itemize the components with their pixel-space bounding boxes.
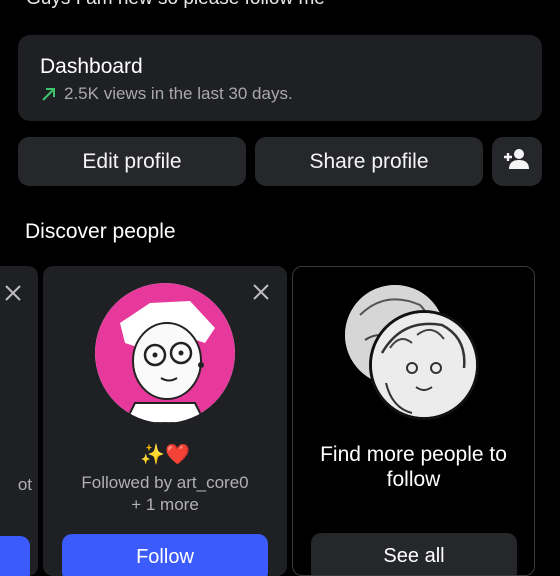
add-person-button[interactable] [492, 137, 542, 186]
share-profile-button[interactable]: Share profile [255, 137, 483, 186]
find-more-card[interactable]: Find more people to follow See all [292, 266, 535, 576]
close-icon[interactable] [250, 281, 272, 303]
dashboard-views-text: 2.5K views in the last 30 days. [64, 84, 293, 103]
followed-by-line: Followed by art_core0 [81, 473, 249, 492]
dashboard-subtitle: 2.5K views in the last 30 days. [40, 84, 293, 104]
profile-bio: Guys I am new so please follow me [26, 0, 325, 10]
find-more-people-text: Find more people to follow [320, 443, 507, 491]
dashboard-card[interactable]: Dashboard 2.5K views in the last 30 days… [18, 35, 542, 121]
suggestion-emoji: ✨❤️ [140, 444, 190, 466]
see-all-button[interactable]: See all [311, 533, 517, 575]
suggestion-card[interactable]: ✨❤️ Followed by art_core0 + 1 more Follo… [43, 266, 287, 576]
followed-by-more: + 1 more [131, 495, 199, 514]
suggested-avatar-front [369, 310, 479, 420]
dashboard-title: Dashboard [40, 55, 143, 78]
follow-button[interactable]: Follow [62, 534, 268, 576]
add-person-icon [503, 148, 531, 176]
edit-profile-button[interactable]: Edit profile [18, 137, 246, 186]
partial-followed-text: ot [17, 475, 32, 494]
close-icon[interactable] [2, 282, 24, 304]
discover-people-title: Discover people [25, 220, 176, 243]
suggestion-card-partial[interactable]: ot [0, 266, 38, 576]
followed-by-text: Followed by art_core0 + 1 more [43, 472, 287, 516]
follow-button-partial[interactable] [0, 536, 30, 576]
trend-up-arrow-icon [40, 85, 58, 103]
avatar[interactable] [95, 283, 235, 423]
